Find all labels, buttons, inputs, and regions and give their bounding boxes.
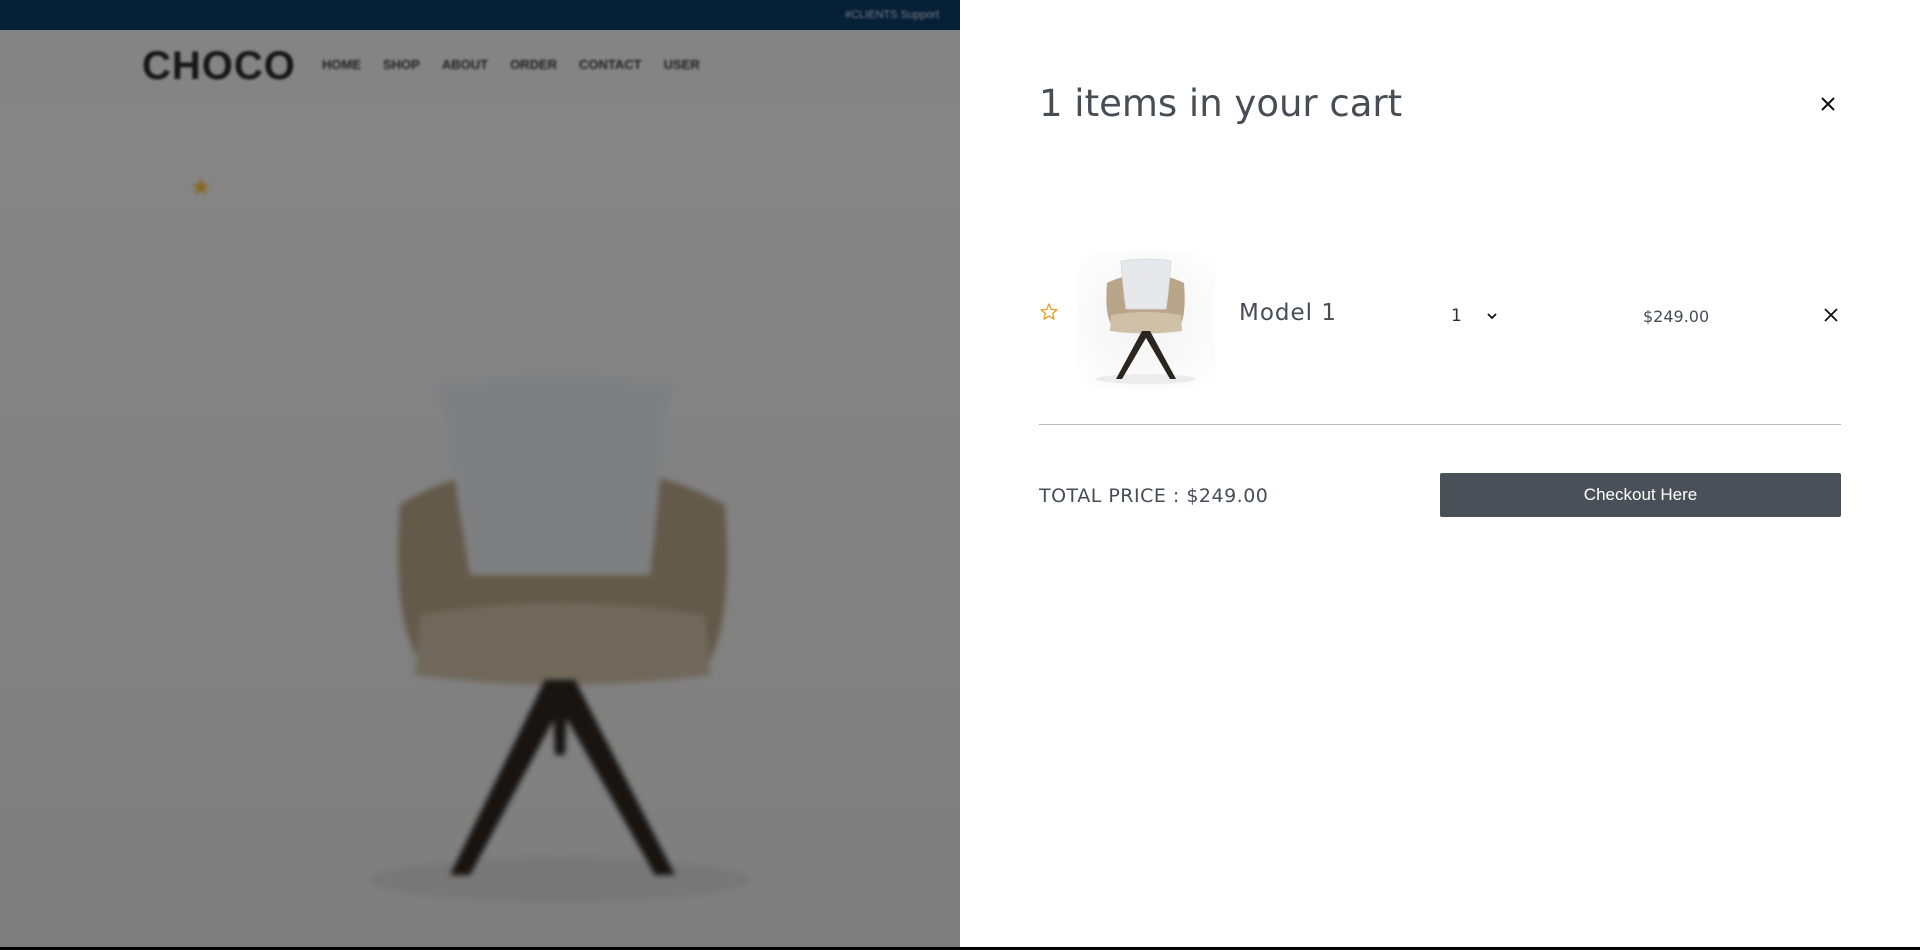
star-outline-icon [1040,303,1058,320]
quantity-select[interactable]: 1 [1451,304,1511,328]
cart-item-row: Model 1 1 $249.00 [1039,245,1841,425]
product-thumbnail[interactable] [1077,251,1215,389]
quantity-value: 1 [1451,306,1462,326]
chevron-down-icon [1487,313,1497,320]
item-price: $249.00 [1643,307,1710,326]
total-price: TOTAL PRICE : $249.00 [1039,485,1269,507]
remove-item-button[interactable] [1819,303,1843,327]
item-name[interactable]: Model 1 [1239,300,1337,326]
cart-drawer: 1 items in your cart Model 1 1 $249.00 T… [960,0,1920,947]
checkout-button[interactable]: Checkout Here [1440,473,1841,517]
cart-divider [1039,424,1841,425]
close-icon [1824,308,1838,322]
page-dim-overlay[interactable] [0,0,960,950]
close-icon [1821,97,1835,111]
star-outline-icon[interactable] [1039,302,1059,322]
close-cart-button[interactable] [1813,89,1843,119]
chair-thumbnail-image [1096,258,1196,384]
cart-title: 1 items in your cart [1039,82,1403,125]
